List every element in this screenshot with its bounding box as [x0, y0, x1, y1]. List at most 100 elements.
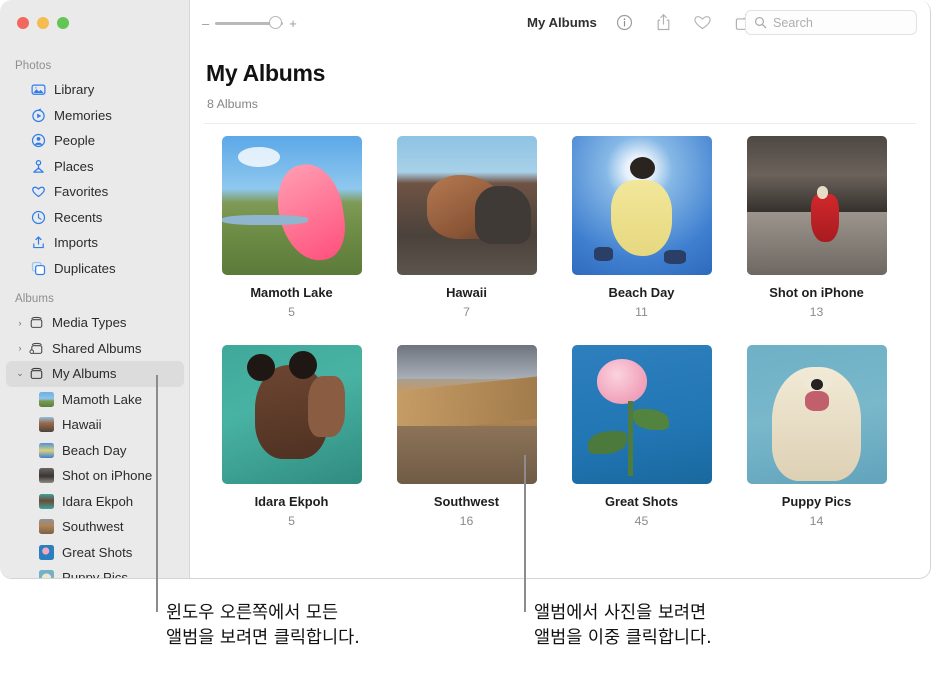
- chevron-right-icon[interactable]: ›: [14, 318, 26, 328]
- sidebar-item-label: Media Types: [52, 315, 127, 331]
- sidebar-item-label: Favorites: [54, 184, 109, 200]
- sidebar-item-label: Mamoth Lake: [62, 391, 142, 407]
- chevron-right-icon[interactable]: ›: [14, 343, 26, 353]
- album-folder-icon: [28, 365, 45, 382]
- albums-grid: Mamoth Lake 5 Hawaii 7 Beach Day 11 Shot…: [204, 136, 920, 528]
- sidebar-item-label: Library: [54, 82, 95, 98]
- search-icon: [754, 16, 767, 29]
- album-name: Mamoth Lake: [250, 285, 333, 300]
- album-count: 5: [288, 514, 295, 529]
- album-name: Hawaii: [446, 285, 487, 300]
- album-thumbnail[interactable]: [221, 136, 362, 275]
- album-thumbnail-icon: [39, 493, 54, 509]
- library-icon: [30, 81, 47, 98]
- header-divider: [204, 123, 916, 124]
- sidebar-item-label: Places: [54, 158, 94, 174]
- album-card[interactable]: Shot on iPhone 13: [729, 136, 904, 319]
- album-card[interactable]: Idara Ekpoh 5: [204, 345, 379, 528]
- album-card[interactable]: Puppy Pics 14: [729, 345, 904, 528]
- close-button[interactable]: [17, 17, 29, 29]
- album-thumbnail[interactable]: [571, 136, 712, 275]
- window-controls: [17, 17, 69, 29]
- sidebar-item-media-types[interactable]: › Media Types: [6, 310, 184, 336]
- sidebar-item-favorites[interactable]: Favorites: [6, 179, 184, 205]
- album-card[interactable]: Mamoth Lake 5: [204, 136, 379, 319]
- info-icon[interactable]: [615, 11, 634, 33]
- sidebar-item-shared-albums[interactable]: › Shared Albums: [6, 336, 184, 362]
- sidebar-item-label: Hawaii: [62, 417, 102, 433]
- sidebar-item-label: My Albums: [52, 366, 117, 382]
- sidebar-section-photos-title: Photos: [15, 60, 52, 72]
- album-thumbnail[interactable]: [746, 136, 887, 275]
- sidebar-item-library[interactable]: Library: [6, 77, 184, 103]
- album-thumbnail[interactable]: [571, 345, 712, 485]
- sidebar-item-label: Memories: [54, 107, 112, 123]
- slider-knob[interactable]: [269, 16, 283, 29]
- heart-icon[interactable]: [693, 11, 712, 33]
- duplicates-icon: [30, 260, 47, 277]
- sidebar-item-label: Idara Ekpoh: [62, 493, 134, 509]
- album-name: Beach Day: [608, 285, 675, 300]
- main-content: My Albums 8 Albums Mamoth Lake 5 Hawaii …: [190, 46, 930, 578]
- sidebar: Photos Library Memories People Places Fa…: [0, 0, 190, 579]
- album-thumbnail[interactable]: [396, 345, 537, 485]
- callout-line-2: [524, 455, 526, 612]
- sidebar-item-recents[interactable]: Recents: [6, 205, 184, 231]
- callout-text-2: 앨범에서 사진을 보려면 앨범을 이중 클릭합니다.: [534, 603, 712, 648]
- minimize-button[interactable]: [37, 17, 49, 29]
- photos-window: Photos Library Memories People Places Fa…: [0, 0, 931, 579]
- album-folder-icon: [28, 314, 45, 331]
- sidebar-item-memories[interactable]: Memories: [6, 103, 184, 129]
- album-count: 14: [809, 514, 824, 529]
- album-count: 5: [288, 305, 295, 320]
- share-icon[interactable]: [654, 11, 673, 33]
- album-thumbnail-icon: [39, 468, 54, 484]
- album-thumbnail[interactable]: [396, 136, 537, 275]
- callout-line-1: [156, 375, 158, 612]
- album-count: 45: [634, 514, 649, 529]
- memories-icon: [30, 107, 47, 124]
- sidebar-item-people[interactable]: People: [6, 128, 184, 154]
- shared-album-icon: [28, 340, 45, 357]
- album-card[interactable]: Great Shots 45: [554, 345, 729, 528]
- zoom-slider-control[interactable]: – +: [202, 16, 297, 30]
- album-name: Idara Ekpoh: [254, 494, 329, 510]
- album-thumbnail-icon: [39, 519, 54, 535]
- search-placeholder: Search: [773, 15, 813, 30]
- page-title: My Albums: [206, 60, 326, 86]
- sidebar-item-label: Duplicates: [54, 260, 116, 276]
- zoom-out-label[interactable]: –: [202, 17, 209, 30]
- album-name: Puppy Pics: [781, 494, 852, 510]
- album-thumbnail-icon: [39, 570, 54, 578]
- sidebar-item-label: Shot on iPhone: [62, 468, 153, 484]
- album-thumbnail[interactable]: [221, 345, 362, 485]
- sidebar-item-label: Great Shots: [62, 544, 133, 560]
- zoom-slider[interactable]: [215, 16, 284, 30]
- sidebar-item-places[interactable]: Places: [6, 154, 184, 180]
- sidebar-item-imports[interactable]: Imports: [6, 230, 184, 256]
- sidebar-item-label: Recents: [54, 209, 103, 225]
- album-count-subtitle: 8 Albums: [207, 97, 258, 111]
- album-thumbnail-icon: [39, 544, 54, 560]
- sidebar-item-label: Imports: [54, 235, 98, 251]
- sidebar-item-label: Shared Albums: [52, 340, 142, 356]
- album-card[interactable]: Southwest 16: [379, 345, 554, 528]
- album-count: 11: [635, 305, 648, 320]
- sidebar-item-duplicates[interactable]: Duplicates: [6, 256, 184, 282]
- screenshot-root: Photos Library Memories People Places Fa…: [0, 0, 931, 673]
- sidebar-photos-list: Library Memories People Places Favorites…: [0, 77, 189, 282]
- chevron-down-icon[interactable]: ⌄: [14, 368, 26, 379]
- album-thumbnail[interactable]: [746, 345, 887, 485]
- album-thumbnail-icon: [39, 391, 54, 407]
- search-field[interactable]: Search: [745, 10, 917, 35]
- album-count: 16: [459, 514, 474, 529]
- zoom-button[interactable]: [57, 17, 69, 29]
- toolbar-title: My Albums: [527, 15, 597, 30]
- zoom-in-label[interactable]: +: [289, 17, 297, 30]
- sidebar-item-label: Puppy Pics: [62, 570, 128, 579]
- sidebar-section-albums-title: Albums: [15, 293, 54, 305]
- callout-text-1: 윈도우 오른쪽에서 모든 앨범을 보려면 클릭합니다.: [166, 603, 360, 648]
- album-card[interactable]: Hawaii 7: [379, 136, 554, 319]
- album-name: Great Shots: [604, 494, 679, 510]
- album-card[interactable]: Beach Day 11: [554, 136, 729, 319]
